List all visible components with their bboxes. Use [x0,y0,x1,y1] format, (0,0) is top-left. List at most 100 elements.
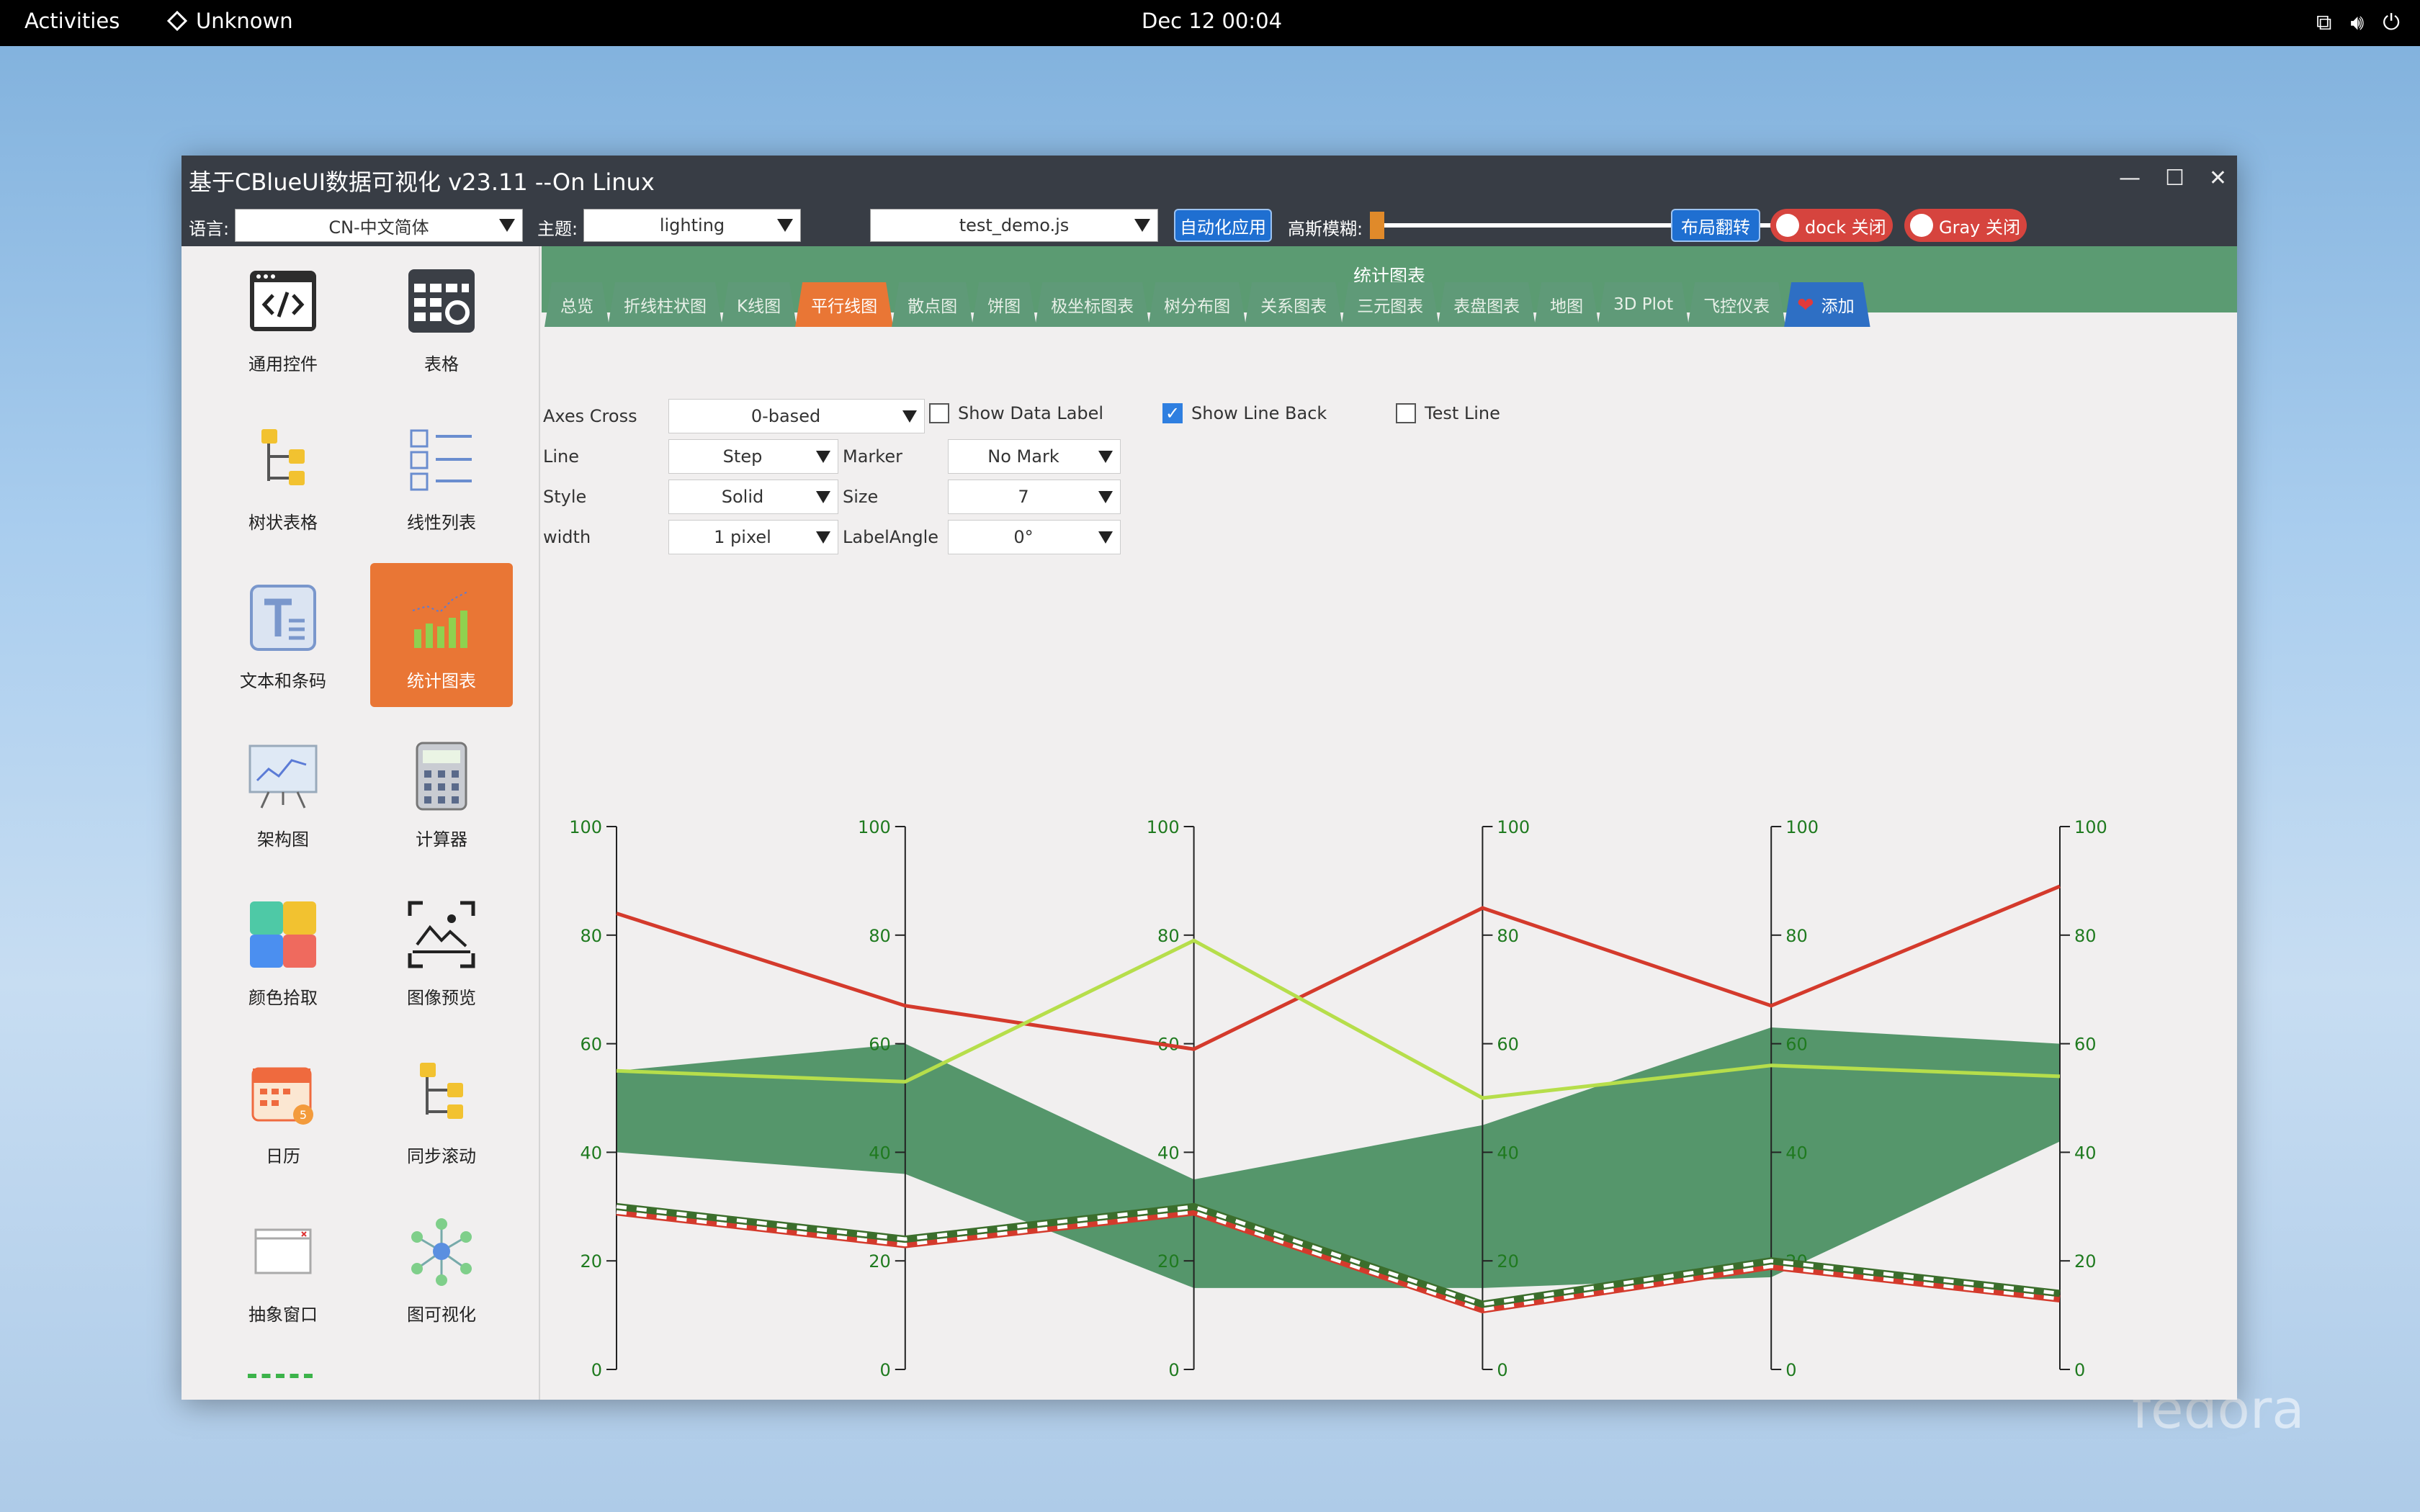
power-icon: ⏻ [2383,10,2400,35]
tab-add[interactable]: ❤ 添加 [1784,282,1870,327]
show-data-label-checkbox[interactable]: Show Data Label [929,403,1103,423]
sidebar-item-label: 线性列表 [407,513,476,533]
language-label: 语言: [189,219,230,239]
tab-parallel[interactable]: 平行线图 [795,282,893,327]
color-picker-icon [250,901,316,968]
show-line-back-checkbox[interactable]: ✓ Show Line Back [1162,403,1327,423]
sidebar-item-label: 图像预览 [407,988,476,1008]
app-diamond-icon [167,11,187,31]
language-select[interactable]: CN-中文简体 [235,209,523,242]
tab-ternary[interactable]: 三元图表 [1341,282,1439,327]
tick-label: 40 [1785,1143,1808,1163]
presentation-board-icon [248,744,318,809]
parallel-coordinates-chart[interactable]: 0 20 40 60 80 100 0 20 40 60 80 100 0 20 40 60 80 100 0 20 4… [542,649,2237,1398]
tick-label: 80 [2074,926,2097,946]
sidebar-item-image-preview[interactable]: 图像预览 [370,880,513,1024]
blur-slider-handle[interactable] [1370,212,1384,239]
blur-slider-track [1377,223,1831,228]
size-label: Size [843,487,879,507]
calculator-icon [416,742,467,811]
minimize-icon[interactable]: — [2119,166,2141,191]
line-select[interactable]: Step [668,439,838,474]
tab-relation[interactable]: 关系图表 [1245,282,1343,327]
system-tray[interactable]: ⧉ 🔊︎ ⏻ [2316,10,2400,35]
table-gear-icon [408,269,475,333]
auto-apply-button[interactable]: 自动化应用 [1174,209,1272,242]
size-select[interactable]: 7 [948,480,1121,514]
tick-label: 80 [580,926,602,946]
sidebar-item-graph-visual[interactable]: 图可视化 [370,1197,513,1341]
chevron-down-icon [777,219,793,232]
tick-label: 100 [1497,817,1530,837]
chevron-down-icon [1134,219,1150,232]
sidebar-item-calculator[interactable]: 计算器 [370,721,513,865]
sidebar-item-tree-table[interactable]: 树状表格 [212,405,354,549]
tab-flight-instrument[interactable]: 飞控仪表 [1688,282,1785,327]
tab-gauge[interactable]: 表盘图表 [1438,282,1536,327]
dock-toggle[interactable]: dock 关闭 [1770,209,1893,242]
tab-line-bar[interactable]: 折线柱状图 [608,282,722,327]
checkbox-box [929,403,949,423]
sidebar: 通用控件 表格 树状表格 线性列表 文本和条码 统计图表 架构图 计算器 颜色拾… [182,246,540,1400]
chevron-down-icon [816,451,830,463]
maximize-icon[interactable]: ☐ [2165,166,2184,191]
sidebar-item-general-controls[interactable]: 通用控件 [212,246,354,390]
tick-label: 40 [1157,1143,1180,1163]
width-label: width [543,527,591,547]
sidebar-item-linear-list[interactable]: 线性列表 [370,405,513,549]
tab-3d-plot[interactable]: 3D Plot [1597,282,1689,327]
label-angle-select[interactable]: 0° [948,520,1121,554]
label-angle-label: LabelAngle [843,527,939,547]
tab-tree-distribution[interactable]: 树分布图 [1148,282,1246,327]
sidebar-item-label: 架构图 [257,829,309,850]
theme-label: 主题: [537,219,578,239]
tab-pie[interactable]: 饼图 [972,282,1036,327]
sidebar-item-color-picker[interactable]: 颜色拾取 [212,880,354,1024]
app-menu[interactable]: Unknown [167,9,293,33]
marker-label: Marker [843,446,902,467]
sidebar-item-table[interactable]: 表格 [370,246,513,390]
tab-map[interactable]: 地图 [1534,282,1599,327]
clock[interactable]: Dec 12 00:04 [1142,9,1282,33]
sidebar-item-calendar[interactable]: 5 日历 [212,1038,354,1182]
theme-select[interactable]: lighting [583,209,801,242]
blur-label: 高斯模糊: [1288,219,1363,239]
checkmark-icon: ✓ [1162,403,1183,423]
toggle-knob [1910,214,1933,237]
window-title: 基于CBlueUI数据可视化 v23.11 --On Linux [189,168,655,196]
text-icon [250,585,316,651]
style-label: Style [543,487,587,507]
chevron-down-icon [1098,491,1113,503]
show-line-back-text: Show Line Back [1191,403,1327,423]
tab-overview[interactable]: 总览 [544,282,609,327]
style-value: Solid [721,487,764,507]
sidebar-item-abstract-window[interactable]: 抽象窗口 [212,1197,354,1341]
tick-label: 80 [869,926,891,946]
content-panel: 统计图表 总览 折线柱状图 K线图 平行线图 散点图 饼图 极坐标图表 树分布图… [542,246,2237,1400]
sidebar-item-stat-charts[interactable]: 统计图表 [370,563,513,707]
sidebar-item-text-barcode[interactable]: 文本和条码 [212,563,354,707]
style-select[interactable]: Solid [668,480,838,514]
dock-toggle-label: dock 关闭 [1805,217,1886,238]
close-icon[interactable]: ✕ [2209,166,2227,191]
sidebar-item-label: 计算器 [416,829,467,850]
tab-kline[interactable]: K线图 [721,282,797,327]
chevron-down-icon [1098,531,1113,544]
window-controls: — ☐ ✕ [2119,166,2227,191]
sidebar-item-label: 颜色拾取 [248,988,318,1008]
tick-label: 100 [1785,817,1819,837]
tab-polar[interactable]: 极坐标图表 [1035,282,1150,327]
tab-scatter[interactable]: 散点图 [892,282,973,327]
bar-chart-icon [412,591,468,648]
sidebar-item-sync-scroll[interactable]: 同步滚动 [370,1038,513,1182]
width-select[interactable]: 1 pixel [668,520,838,554]
script-select[interactable]: test_demo.js [870,209,1158,242]
blur-slider[interactable] [1370,209,1831,242]
test-line-checkbox[interactable]: Test Line [1396,403,1500,423]
axes-cross-select[interactable]: 0-based [668,399,925,433]
sidebar-item-architecture[interactable]: 架构图 [212,721,354,865]
layout-flip-button[interactable]: 布局翻转 [1671,209,1760,242]
gray-toggle[interactable]: Gray 关闭 [1904,209,2027,242]
marker-select[interactable]: No Mark [948,439,1121,474]
activities-button[interactable]: Activities [24,9,120,33]
